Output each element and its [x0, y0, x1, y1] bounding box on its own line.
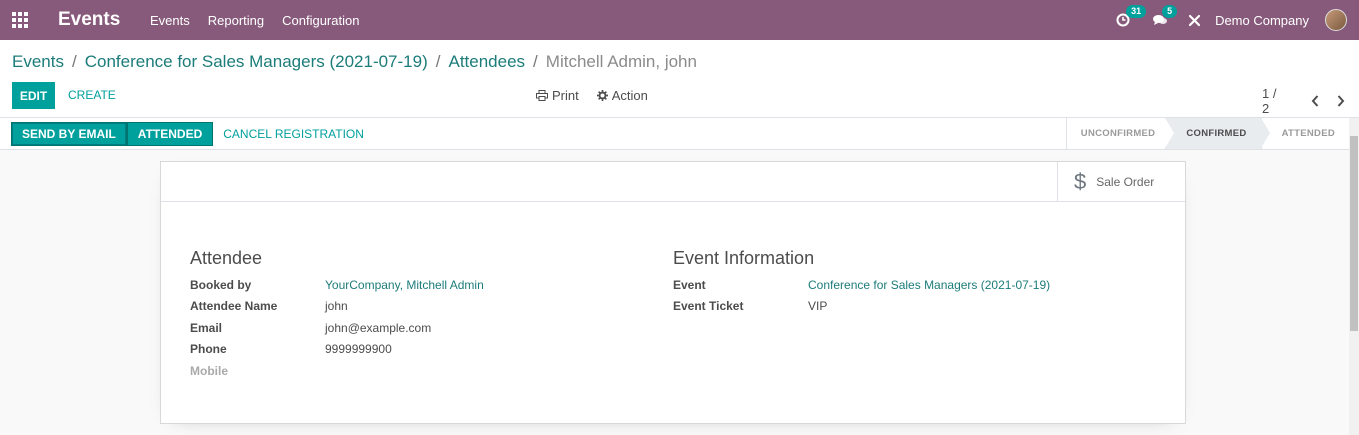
field-booked-by: Booked by YourCompany, Mitchell Admin — [190, 278, 484, 292]
event-info-group-title: Event Information — [673, 248, 815, 268]
smart-button-box: $ Sale Order — [161, 162, 1185, 202]
pager-next-icon[interactable] — [1333, 93, 1349, 109]
stage-confirmed[interactable]: CONFIRMED — [1165, 118, 1270, 149]
stage-pipeline: UNCONFIRMED CONFIRMED ATTENDED — [1065, 118, 1349, 149]
create-button[interactable]: CREATE — [68, 88, 116, 102]
field-label: Attendee Name — [190, 299, 278, 313]
field-label: Booked by — [190, 278, 252, 292]
breadcrumb-current: Mitchell Admin, john — [545, 52, 697, 71]
field-label: Mobile — [190, 364, 228, 378]
gear-icon — [596, 90, 608, 101]
activity-menu[interactable]: 31 — [1116, 5, 1147, 27]
breadcrumb-events[interactable]: Events — [12, 52, 64, 72]
field-mobile: Mobile — [190, 364, 325, 378]
form-sheet: $ Sale Order Attendee Booked by YourComp… — [160, 161, 1186, 424]
main-menu: Events Reporting Configuration — [150, 13, 377, 28]
tools-icon — [1188, 14, 1201, 26]
sale-order-button[interactable]: $ Sale Order — [1057, 162, 1185, 201]
user-avatar[interactable] — [1325, 9, 1347, 31]
scrollbar[interactable] — [1349, 118, 1359, 435]
phone-value: 9999999900 — [325, 342, 392, 356]
dollar-icon: $ — [1074, 168, 1087, 194]
scrollbar-thumb[interactable] — [1350, 136, 1358, 331]
menu-item-reporting[interactable]: Reporting — [208, 13, 264, 28]
top-navbar: Events Events Reporting Configuration 31… — [0, 0, 1359, 40]
attendee-name-value: john — [325, 299, 348, 313]
field-event: Event Conference for Sales Managers (202… — [673, 278, 1050, 292]
breadcrumb-event[interactable]: Conference for Sales Managers (2021-07-1… — [85, 52, 428, 72]
stage-unconfirmed[interactable]: UNCONFIRMED — [1065, 118, 1174, 149]
event-ticket-value: VIP — [808, 299, 828, 313]
field-attendee-name: Attendee Name john — [190, 299, 348, 313]
field-label: Phone — [190, 342, 227, 356]
company-switcher[interactable]: Demo Company — [1215, 13, 1309, 28]
form-statusbar: SEND BY EMAIL ATTENDED CANCEL REGISTRATI… — [0, 118, 1349, 150]
field-phone: Phone 9999999900 — [190, 342, 392, 356]
sale-order-label: Sale Order — [1096, 174, 1155, 189]
menu-item-configuration[interactable]: Configuration — [282, 13, 359, 28]
messaging-badge: 5 — [1162, 5, 1178, 18]
action-button[interactable]: Action — [596, 88, 648, 103]
field-event-ticket: Event Ticket VIP — [673, 299, 827, 313]
attended-button[interactable]: ATTENDED — [126, 121, 214, 146]
field-label: Event — [673, 278, 706, 292]
activity-badge: 31 — [1126, 5, 1147, 18]
print-icon — [536, 90, 548, 101]
app-title: Events — [58, 9, 121, 30]
messaging-menu[interactable]: 5 — [1152, 5, 1178, 27]
debug-tools[interactable] — [1188, 14, 1201, 27]
action-label: Action — [611, 88, 648, 103]
control-panel: Events / Conference for Sales Managers (… — [0, 40, 1359, 118]
send-by-email-button[interactable]: SEND BY EMAIL — [11, 121, 127, 146]
attendee-group-title: Attendee — [190, 248, 263, 268]
breadcrumb-attendees[interactable]: Attendees — [448, 52, 525, 72]
pager-value[interactable]: 1 / 2 — [1262, 86, 1287, 116]
edit-button[interactable]: EDIT — [12, 82, 55, 109]
breadcrumb: Events / Conference for Sales Managers (… — [12, 52, 697, 72]
stage-attended[interactable]: ATTENDED — [1260, 118, 1349, 149]
field-label: Event Ticket — [673, 299, 744, 313]
event-link[interactable]: Conference for Sales Managers (2021-07-1… — [808, 278, 1050, 292]
menu-item-events[interactable]: Events — [150, 13, 190, 28]
field-label: Email — [190, 321, 223, 335]
print-button[interactable]: Print — [536, 88, 579, 103]
email-value: john@example.com — [325, 321, 432, 335]
pager-previous-icon[interactable] — [1307, 93, 1323, 109]
cancel-registration-button[interactable]: CANCEL REGISTRATION — [223, 127, 364, 141]
booked-by-link[interactable]: YourCompany, Mitchell Admin — [325, 278, 484, 292]
field-email: Email john@example.com — [190, 321, 431, 335]
apps-menu-icon[interactable] — [0, 0, 40, 40]
print-label: Print — [552, 88, 579, 103]
pager: 1 / 2 — [1262, 86, 1359, 116]
